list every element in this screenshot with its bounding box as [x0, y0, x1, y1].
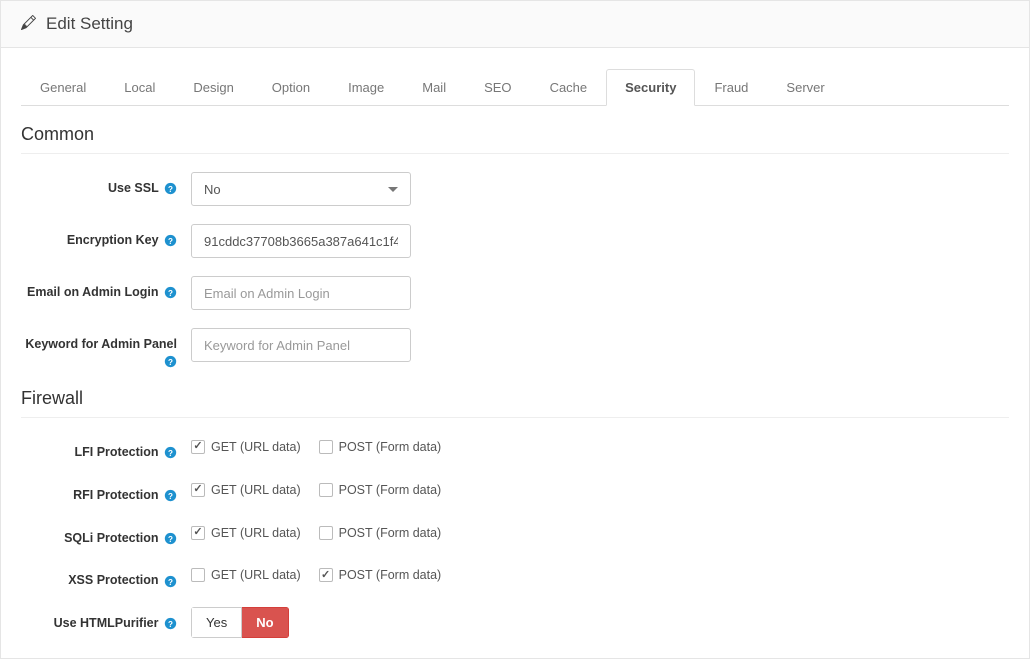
svg-text:?: ? — [168, 358, 173, 367]
tab-fraud[interactable]: Fraud — [695, 69, 767, 106]
svg-text:?: ? — [168, 577, 173, 586]
checkbox-icon — [191, 526, 205, 540]
label-lfi: LFI Protection ? — [21, 436, 191, 461]
tab-security[interactable]: Security — [606, 69, 695, 106]
panel-body: GeneralLocalDesignOptionImageMailSEOCach… — [1, 48, 1029, 658]
pencil-icon — [21, 15, 36, 33]
toggle-yes[interactable]: Yes — [191, 607, 242, 638]
tab-seo[interactable]: SEO — [465, 69, 530, 106]
svg-text:?: ? — [168, 449, 173, 458]
caret-down-icon — [388, 187, 398, 192]
help-icon[interactable]: ? — [164, 489, 177, 502]
checks-lfi: GET (URL data) POST (Form data) — [191, 436, 441, 454]
settings-panel: Edit Setting GeneralLocalDesignOptionIma… — [0, 0, 1030, 659]
select-use-ssl[interactable]: No — [191, 172, 411, 206]
check-label: POST (Form data) — [339, 483, 442, 497]
tabs-nav: GeneralLocalDesignOptionImageMailSEOCach… — [21, 68, 1009, 106]
label-sqli: SQLi Protection ? — [21, 522, 191, 547]
panel-header: Edit Setting — [1, 1, 1029, 48]
label-use-ssl: Use SSL ? — [21, 172, 191, 197]
tab-server[interactable]: Server — [767, 69, 843, 106]
svg-text:?: ? — [168, 620, 173, 629]
checks-rfi: GET (URL data) POST (Form data) — [191, 479, 441, 497]
check-label: GET (URL data) — [211, 568, 301, 582]
row-use-ssl: Use SSL ? No — [21, 172, 1009, 206]
tab-mail[interactable]: Mail — [403, 69, 465, 106]
check-label: GET (URL data) — [211, 440, 301, 454]
checks-sqli: GET (URL data) POST (Form data) — [191, 522, 441, 540]
row-rfi: RFI Protection ? GET (URL data) POST (Form… — [21, 479, 1009, 504]
page-title: Edit Setting — [46, 14, 133, 34]
label-xss: XSS Protection ? — [21, 564, 191, 589]
tab-cache[interactable]: Cache — [531, 69, 607, 106]
check-lfi-post[interactable]: POST (Form data) — [319, 440, 442, 454]
help-icon[interactable]: ? — [164, 532, 177, 545]
svg-text:?: ? — [168, 185, 173, 194]
checkbox-icon — [191, 568, 205, 582]
check-label: POST (Form data) — [339, 440, 442, 454]
tab-design[interactable]: Design — [174, 69, 252, 106]
svg-text:?: ? — [168, 289, 173, 298]
help-icon[interactable]: ? — [164, 286, 177, 299]
help-icon[interactable]: ? — [164, 575, 177, 588]
toggle-html-purifier[interactable]: Yes No — [191, 607, 289, 638]
tab-image[interactable]: Image — [329, 69, 403, 106]
checkbox-icon — [319, 483, 333, 497]
check-label: GET (URL data) — [211, 483, 301, 497]
check-lfi-get[interactable]: GET (URL data) — [191, 440, 301, 454]
help-icon[interactable]: ? — [164, 446, 177, 459]
label-encryption-key: Encryption Key ? — [21, 224, 191, 249]
check-label: POST (Form data) — [339, 526, 442, 540]
row-xss: XSS Protection ? GET (URL data) POST (Form… — [21, 564, 1009, 589]
help-icon[interactable]: ? — [164, 617, 177, 630]
check-rfi-post[interactable]: POST (Form data) — [319, 483, 442, 497]
checkbox-icon — [319, 568, 333, 582]
select-use-ssl-value: No — [204, 182, 221, 197]
svg-text:?: ? — [168, 492, 173, 501]
row-keyword-admin: Keyword for Admin Panel ? — [21, 328, 1009, 370]
help-icon[interactable]: ? — [164, 355, 177, 368]
label-html-purifier: Use HTMLPurifier ? — [21, 607, 191, 632]
checkbox-icon — [319, 440, 333, 454]
checkbox-icon — [191, 483, 205, 497]
row-email-admin: Email on Admin Login ? — [21, 276, 1009, 310]
input-email-admin[interactable] — [191, 276, 411, 310]
checks-xss: GET (URL data) POST (Form data) — [191, 564, 441, 582]
check-sqli-get[interactable]: GET (URL data) — [191, 526, 301, 540]
row-sqli: SQLi Protection ? GET (URL data) POST (For… — [21, 522, 1009, 547]
tab-option[interactable]: Option — [253, 69, 329, 106]
check-xss-post[interactable]: POST (Form data) — [319, 568, 442, 582]
input-encryption-key[interactable] — [191, 224, 411, 258]
checkbox-icon — [191, 440, 205, 454]
section-common-title: Common — [21, 124, 1009, 154]
label-rfi: RFI Protection ? — [21, 479, 191, 504]
label-email-admin: Email on Admin Login ? — [21, 276, 191, 301]
check-xss-get[interactable]: GET (URL data) — [191, 568, 301, 582]
checkbox-icon — [319, 526, 333, 540]
help-icon[interactable]: ? — [164, 234, 177, 247]
row-lfi: LFI Protection ? GET (URL data) POST (Form… — [21, 436, 1009, 461]
tab-local[interactable]: Local — [105, 69, 174, 106]
toggle-no[interactable]: No — [242, 607, 288, 638]
row-encryption-key: Encryption Key ? — [21, 224, 1009, 258]
check-sqli-post[interactable]: POST (Form data) — [319, 526, 442, 540]
svg-text:?: ? — [168, 534, 173, 543]
check-label: GET (URL data) — [211, 526, 301, 540]
check-rfi-get[interactable]: GET (URL data) — [191, 483, 301, 497]
row-html-purifier: Use HTMLPurifier ? Yes No — [21, 607, 1009, 638]
input-keyword-admin[interactable] — [191, 328, 411, 362]
check-label: POST (Form data) — [339, 568, 442, 582]
label-keyword-admin: Keyword for Admin Panel ? — [21, 328, 191, 370]
tab-general[interactable]: General — [21, 69, 105, 106]
help-icon[interactable]: ? — [164, 182, 177, 195]
svg-text:?: ? — [168, 237, 173, 246]
section-firewall-title: Firewall — [21, 388, 1009, 418]
